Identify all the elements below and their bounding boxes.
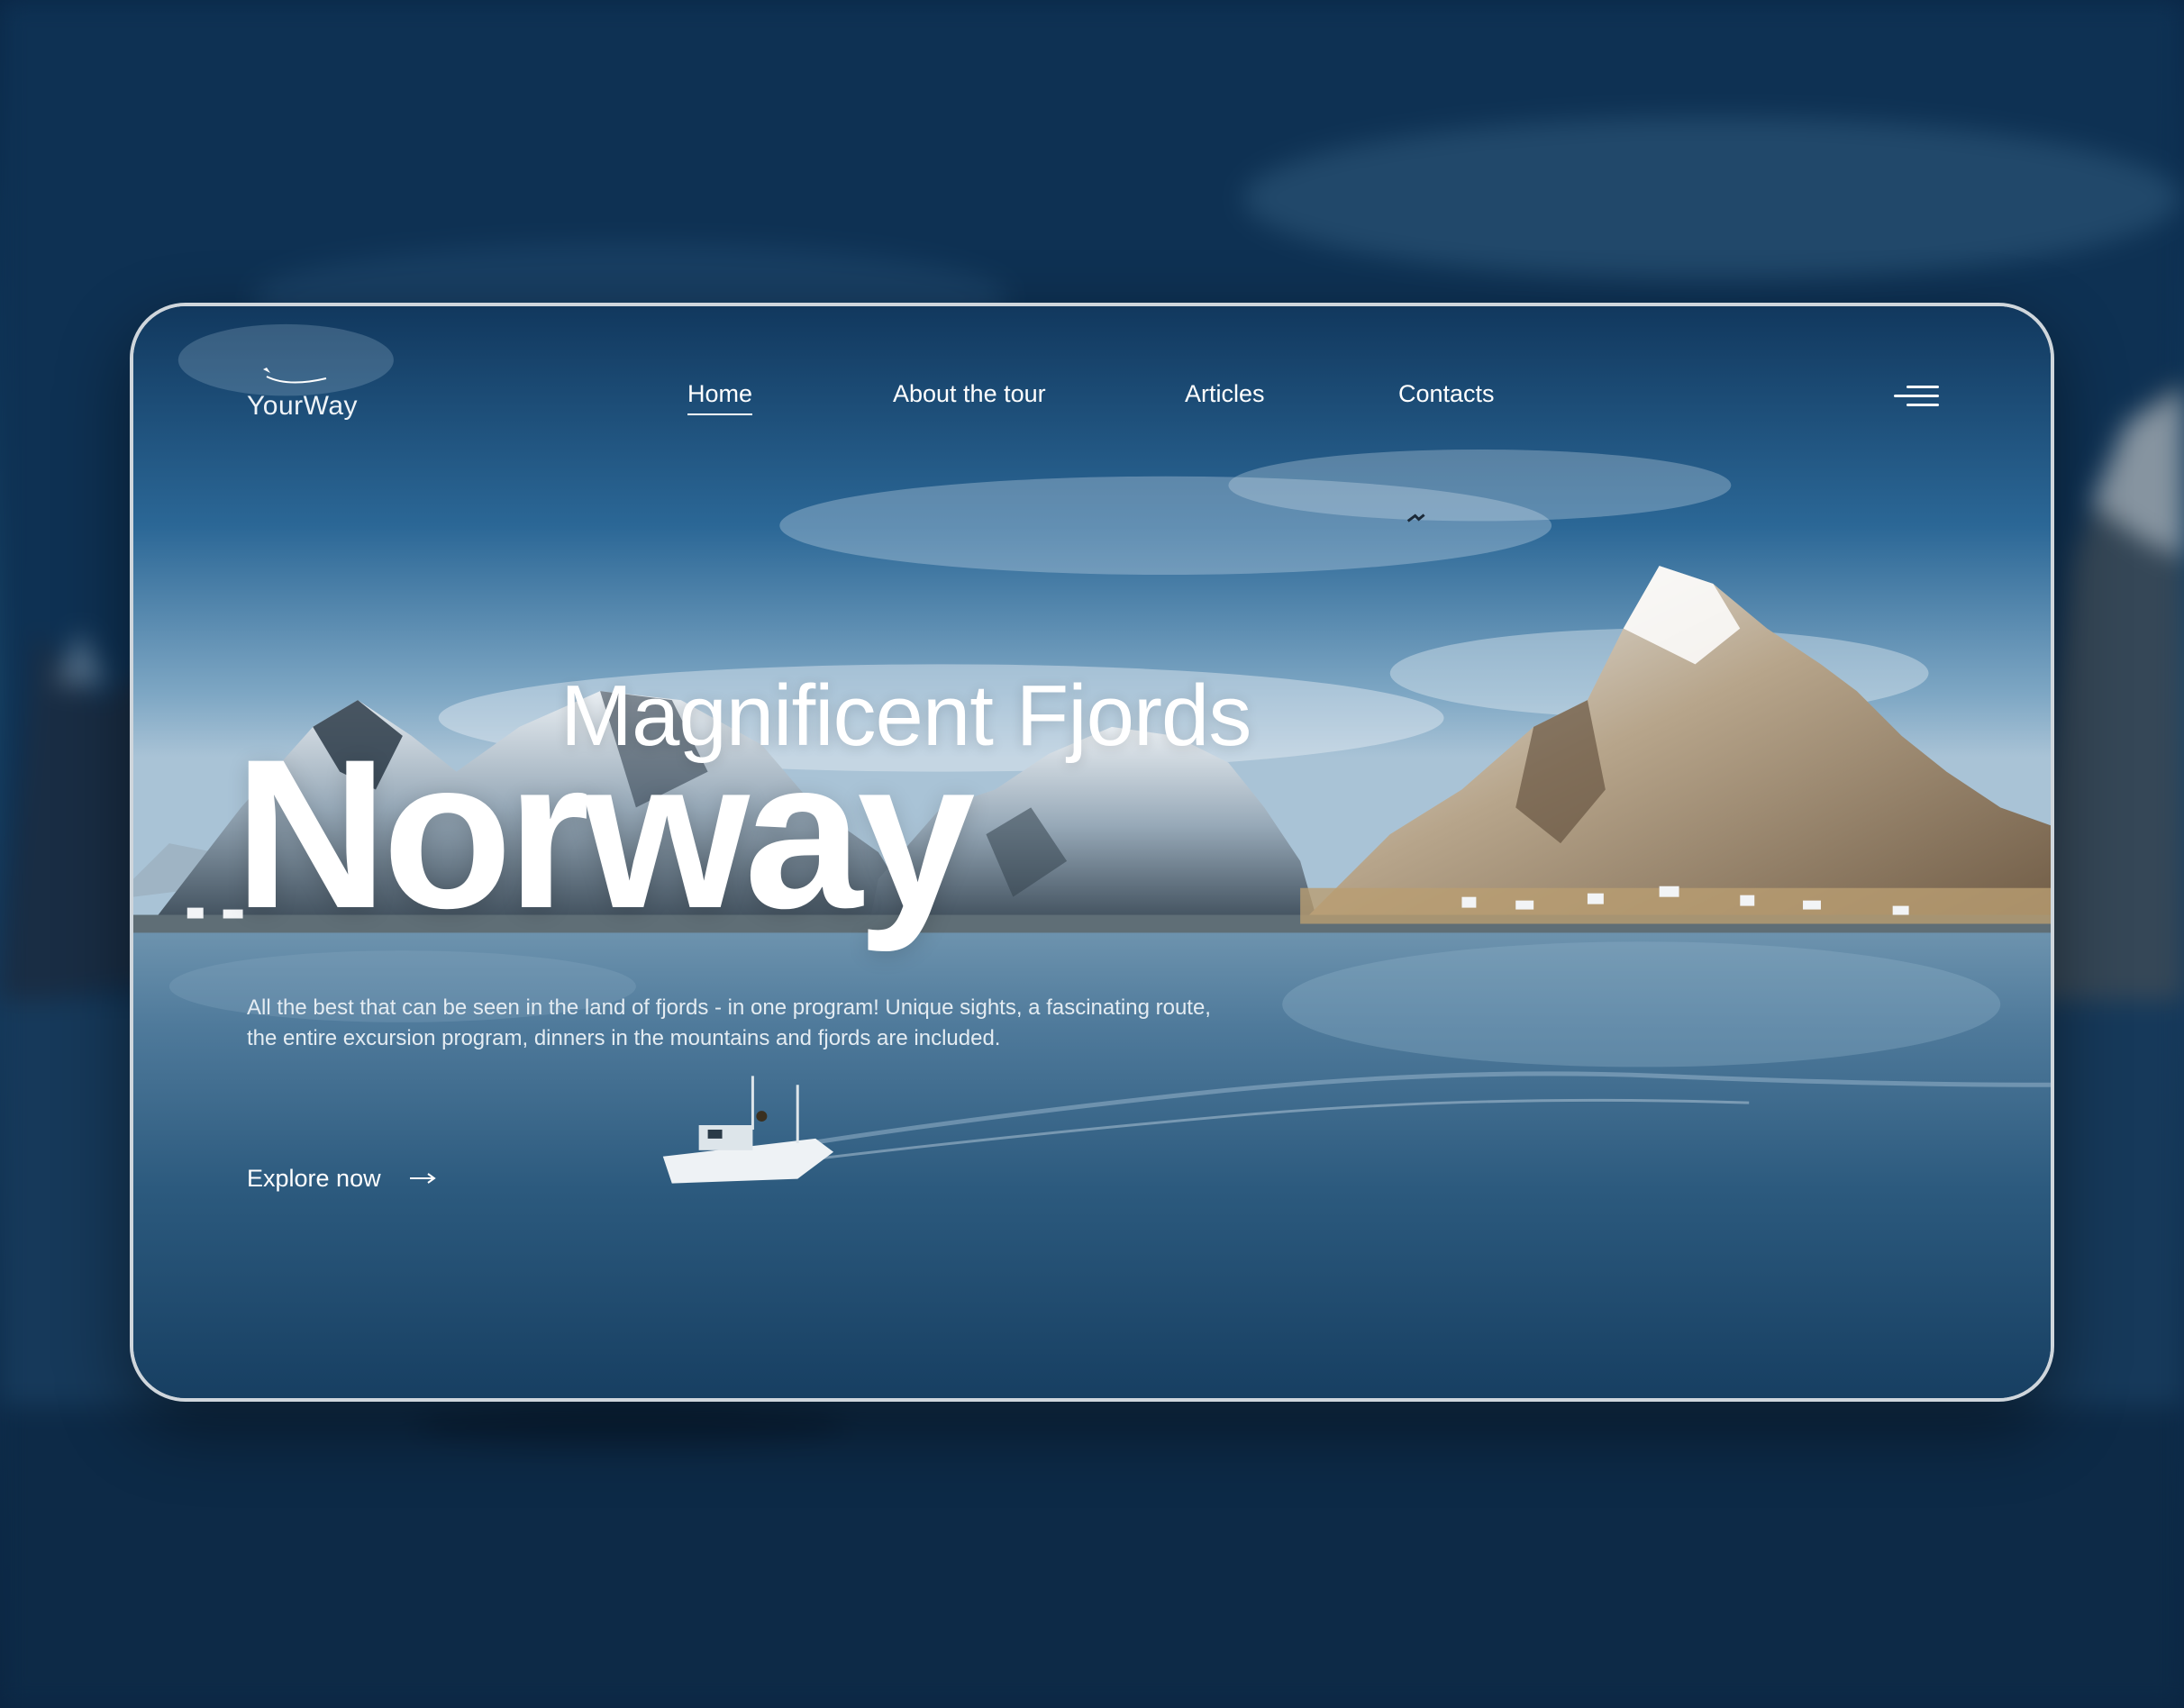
nav-home[interactable]: Home (687, 380, 753, 415)
nav-contacts[interactable]: Contacts (1398, 380, 1495, 408)
nav-about-the-tour[interactable]: About the tour (893, 380, 1046, 408)
hero-description: All the best that can be seen in the lan… (247, 995, 1211, 1050)
explore-now-button[interactable]: Explore now (247, 1160, 437, 1196)
hero-title: Norway (234, 715, 976, 953)
nav-articles[interactable]: Articles (1185, 380, 1265, 408)
hero-card: YourWay Home About the tour Articles Con… (130, 303, 2054, 1402)
arrow-right-icon (409, 1173, 436, 1184)
main-nav: Home About the tour Articles Contacts (133, 380, 2051, 416)
hamburger-menu-icon[interactable] (1892, 386, 1939, 413)
explore-now-label: Explore now (247, 1164, 381, 1192)
